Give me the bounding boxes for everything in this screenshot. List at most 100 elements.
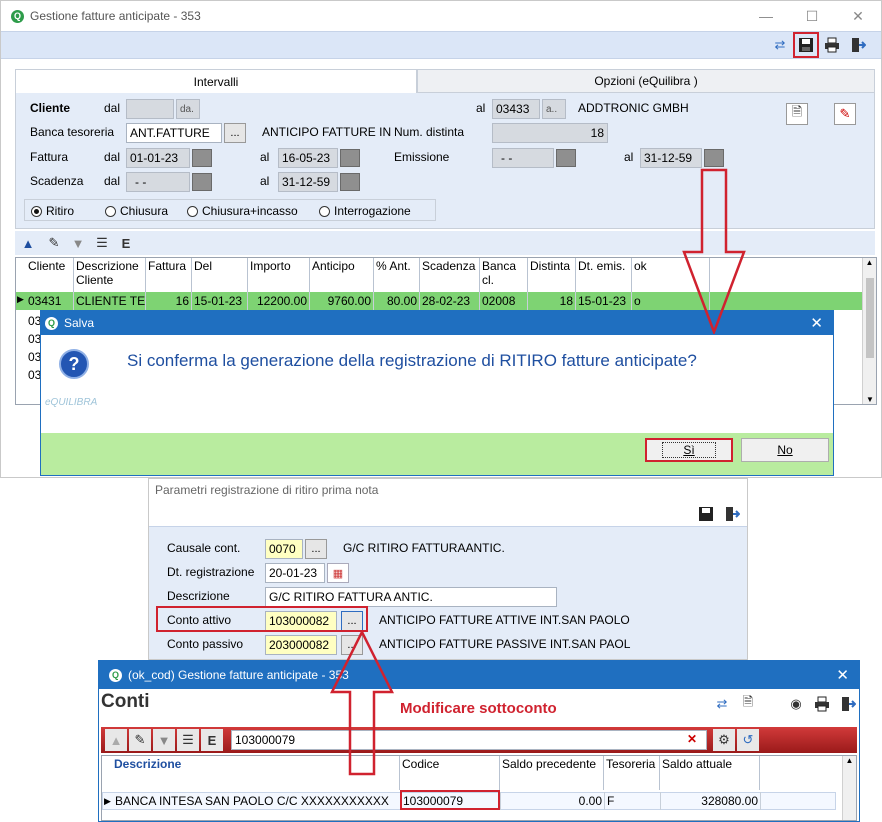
fattura-al-calendar-button[interactable] — [340, 149, 360, 167]
cliente-al-field[interactable]: 03433 — [492, 99, 540, 119]
scroll-down-icon[interactable]: ▼ — [863, 395, 877, 404]
radio-interrogazione[interactable]: Interrogazione — [319, 204, 411, 218]
conti-col-saldo-attuale[interactable]: Saldo attuale — [660, 756, 760, 790]
clear-search-icon[interactable]: ✕ — [687, 732, 697, 746]
col-dt-emis[interactable]: Dt. emis. — [576, 258, 632, 292]
document-icon[interactable]: 🗎 — [786, 103, 808, 125]
scadenza-al-calendar-button[interactable] — [340, 173, 360, 191]
binoculars-icon[interactable]: ◉ — [785, 693, 807, 715]
conti-search-input[interactable]: 103000079 — [231, 730, 707, 750]
conti-close-icon[interactable]: ✕ — [836, 666, 849, 684]
params-save-icon[interactable] — [695, 503, 717, 525]
fattura-al-field[interactable]: 16-05-23 — [278, 148, 338, 168]
col-fattura[interactable]: Fattura — [146, 258, 192, 292]
conti-print-icon[interactable] — [811, 693, 833, 715]
emissione-al-field[interactable]: 31-12-59 — [640, 148, 702, 168]
cliente-dal-field[interactable] — [126, 99, 174, 119]
col-perc-ant[interactable]: % Ant. — [374, 258, 420, 292]
scroll-thumb[interactable] — [866, 278, 874, 358]
scroll-up-icon[interactable]: ▲ — [863, 258, 876, 267]
radio-chiusura[interactable]: Chiusura — [105, 204, 168, 218]
conto-passivo-field[interactable]: 203000082 — [265, 635, 337, 655]
conti-refresh-icon[interactable]: ⇄ — [711, 693, 733, 715]
refresh-icon[interactable]: ⇄ — [769, 34, 791, 56]
conti-export-icon[interactable]: E — [201, 729, 223, 751]
scadenza-al-field[interactable]: 31-12-59 — [278, 172, 338, 192]
scadenza-dal-calendar-button[interactable] — [192, 173, 212, 191]
col-descrizione[interactable]: Descrizione Cliente — [74, 258, 146, 292]
conti-cell-saldo-attuale: 328080.00 — [661, 792, 761, 810]
cell-banca-cl: 02008 — [480, 292, 528, 310]
calendar-icon[interactable]: ▦ — [327, 563, 349, 583]
col-banca-cl[interactable]: Banca cl. — [480, 258, 528, 292]
emissione-al-calendar-button[interactable] — [704, 149, 724, 167]
yes-button[interactable]: Sì — [645, 438, 733, 462]
conti-col-codice[interactable]: Codice — [400, 756, 500, 790]
banca-field[interactable]: ANT.FATTURE — [126, 123, 222, 143]
dialog-close-icon[interactable]: ✕ — [810, 314, 823, 332]
emissione-dal-field[interactable]: - - — [492, 148, 554, 168]
radio-chiusura-incasso[interactable]: Chiusura+incasso — [187, 204, 298, 218]
fattura-dal-calendar-button[interactable] — [192, 149, 212, 167]
descrizione-field[interactable]: G/C RITIRO FATTURA ANTIC. — [265, 587, 557, 607]
emissione-dal-calendar-button[interactable] — [556, 149, 576, 167]
mode-radio-group: Ritiro Chiusura Chiusura+incasso Interro… — [24, 199, 436, 221]
conti-search-icon[interactable]: ⚙ — [713, 729, 735, 751]
fattura-al-value: 16-05-23 — [282, 151, 331, 165]
scadenza-dal-field[interactable]: - - — [126, 172, 190, 192]
conti-edit-icon[interactable]: ✎ — [129, 729, 151, 751]
grid-scrollbar[interactable]: ▲ ▼ — [862, 258, 876, 404]
cell-perc-ant: 80.00 — [374, 292, 420, 310]
new-document-icon[interactable]: 🗎 — [737, 693, 759, 715]
col-distinta[interactable]: Distinta — [528, 258, 576, 292]
conti-col-saldo-precedente[interactable]: Saldo precedente — [500, 756, 604, 790]
close-icon[interactable]: ✕ — [835, 1, 881, 31]
confirm-message: Si conferma la generazione della registr… — [127, 351, 697, 370]
cliente-dal-button[interactable]: da. — [176, 99, 200, 119]
params-panel: Causale cont. 0070 ... G/C RITIRO FATTUR… — [149, 527, 747, 659]
edit-icon[interactable]: ✎ — [834, 103, 856, 125]
conti-list-icon[interactable]: ☰ — [177, 729, 199, 751]
grid-toolbar: ▲ ✎ ▼ ☰ E — [15, 231, 875, 255]
conti-clear-filter-icon[interactable]: ↺ — [737, 729, 759, 751]
list-icon[interactable]: ☰ — [91, 232, 113, 254]
num-distinta-field[interactable]: 18 — [492, 123, 608, 143]
cell-distinta: 18 — [528, 292, 576, 310]
emissione-al-label: al — [624, 150, 634, 164]
causale-lookup-button[interactable]: ... — [305, 539, 327, 559]
col-scadenza[interactable]: Scadenza — [420, 258, 480, 292]
conti-exit-icon[interactable] — [837, 693, 859, 715]
col-cliente[interactable]: Cliente — [26, 258, 74, 292]
filter-icon[interactable]: ▼ — [67, 232, 89, 254]
conti-col-tesoreria[interactable]: Tesoreria — [604, 756, 660, 790]
move-up-icon[interactable]: ▲ — [17, 232, 39, 254]
cliente-al-button-label: a.. — [546, 103, 558, 115]
maximize-icon[interactable]: ☐ — [789, 1, 835, 31]
tab-intervalli[interactable]: Intervalli — [15, 69, 417, 93]
dt-reg-field[interactable]: 20-01-23 — [265, 563, 325, 583]
radio-ritiro[interactable]: Ritiro — [31, 204, 74, 218]
tab-opzioni[interactable]: Opzioni (eQuilibra ) — [417, 69, 875, 93]
params-exit-icon[interactable] — [721, 503, 743, 525]
cliente-al-button[interactable]: a.. — [542, 99, 566, 119]
edit-grid-icon[interactable]: ✎ — [43, 232, 65, 254]
no-button[interactable]: No — [741, 438, 829, 462]
cliente-al-label: al — [476, 101, 486, 115]
conti-search-bar: ▲ ✎ ▼ ☰ E 103000079 ✕ ⚙ ↺ — [101, 727, 857, 753]
export-icon[interactable]: E — [115, 232, 137, 254]
col-importo[interactable]: Importo — [248, 258, 310, 292]
conti-up-icon[interactable]: ▲ — [105, 729, 127, 751]
causale-field[interactable]: 0070 — [265, 539, 303, 559]
banca-lookup-button[interactable]: ... — [224, 123, 246, 143]
exit-icon[interactable] — [847, 34, 869, 56]
conti-filter-icon[interactable]: ▼ — [153, 729, 175, 751]
fattura-label: Fattura — [30, 150, 69, 164]
conti-scroll-up-icon[interactable]: ▲ — [843, 756, 856, 765]
minimize-icon[interactable]: — — [743, 1, 789, 31]
fattura-dal-field[interactable]: 01-01-23 — [126, 148, 190, 168]
save-icon[interactable] — [793, 32, 819, 58]
print-icon[interactable] — [821, 34, 843, 56]
col-del[interactable]: Del — [192, 258, 248, 292]
conti-scrollbar[interactable]: ▲ — [842, 756, 856, 820]
col-anticipo[interactable]: Anticipo — [310, 258, 374, 292]
